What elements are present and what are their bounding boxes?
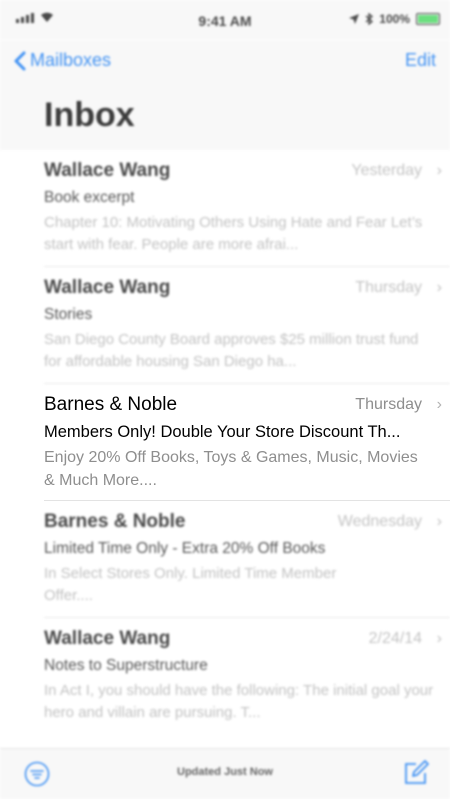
battery-icon <box>416 13 440 25</box>
message-preview: Enjoy 20% Off Books, Toys & Games, Music… <box>44 449 418 489</box>
chevron-left-icon <box>14 51 26 70</box>
message-row[interactable]: Wallace Wang 2/24/14 › Notes to Superstr… <box>44 618 450 734</box>
message-preview: San Diego County Board approves $25 mill… <box>44 331 419 370</box>
message-date: Thursday <box>355 279 422 296</box>
message-subject: Notes to Superstructure <box>44 657 208 674</box>
chevron-right-icon: › <box>436 396 442 413</box>
page-title: Inbox <box>44 96 135 134</box>
status-bar: 9:41 AM 100% <box>0 0 450 40</box>
message-sender: Barnes & Noble <box>44 394 178 415</box>
message-preview: In Act I, you should have the following:… <box>44 682 434 721</box>
message-date: Wednesday <box>337 513 422 530</box>
message-subject: Stories <box>44 306 93 323</box>
message-date: Thursday <box>355 396 422 413</box>
message-row[interactable]: Wallace Wang Thursday › Stories San Dieg… <box>44 267 450 384</box>
message-row[interactable]: Wallace Wang Yesterday › Book excerpt Ch… <box>44 150 450 267</box>
message-sender: Wallace Wang <box>44 628 171 649</box>
message-date: Yesterday <box>351 162 422 179</box>
message-row[interactable]: Barnes & Noble Wednesday › Limited Time … <box>44 501 450 618</box>
message-subject: Book excerpt <box>44 189 135 206</box>
message-preview: In Select Stores Only. Limited Time Memb… <box>44 565 337 604</box>
back-label: Mailboxes <box>30 50 112 70</box>
message-sender: Wallace Wang <box>44 160 171 181</box>
message-subject: Limited Time Only - Extra 20% Off Books <box>44 540 326 557</box>
compose-icon[interactable] <box>402 759 430 787</box>
back-button[interactable]: Mailboxes <box>14 50 111 71</box>
message-preview: Chapter 10: Motivating Others Using Hate… <box>44 214 423 253</box>
chevron-right-icon: › <box>436 162 442 179</box>
battery-percent: 100% <box>379 12 410 26</box>
bluetooth-icon <box>365 13 374 25</box>
status-right: 100% <box>349 12 440 26</box>
location-icon <box>349 14 360 24</box>
edit-button[interactable]: Edit <box>405 50 436 71</box>
message-row-highlighted[interactable]: Barnes & Noble Thursday › Members Only! … <box>44 384 450 501</box>
chevron-right-icon: › <box>436 279 442 296</box>
bottom-toolbar: Updated Just Now <box>0 748 450 799</box>
chevron-right-icon: › <box>436 630 442 647</box>
message-sender: Barnes & Noble <box>44 511 186 532</box>
navigation-bar: Mailboxes Edit Inbox <box>0 40 450 150</box>
message-subject: Members Only! Double Your Store Discount… <box>44 423 401 441</box>
message-list: Wallace Wang Yesterday › Book excerpt Ch… <box>0 150 450 734</box>
message-sender: Wallace Wang <box>44 277 171 298</box>
update-status: Updated Just Now <box>177 766 273 778</box>
message-date: 2/24/14 <box>368 630 422 647</box>
chevron-right-icon: › <box>436 513 442 530</box>
